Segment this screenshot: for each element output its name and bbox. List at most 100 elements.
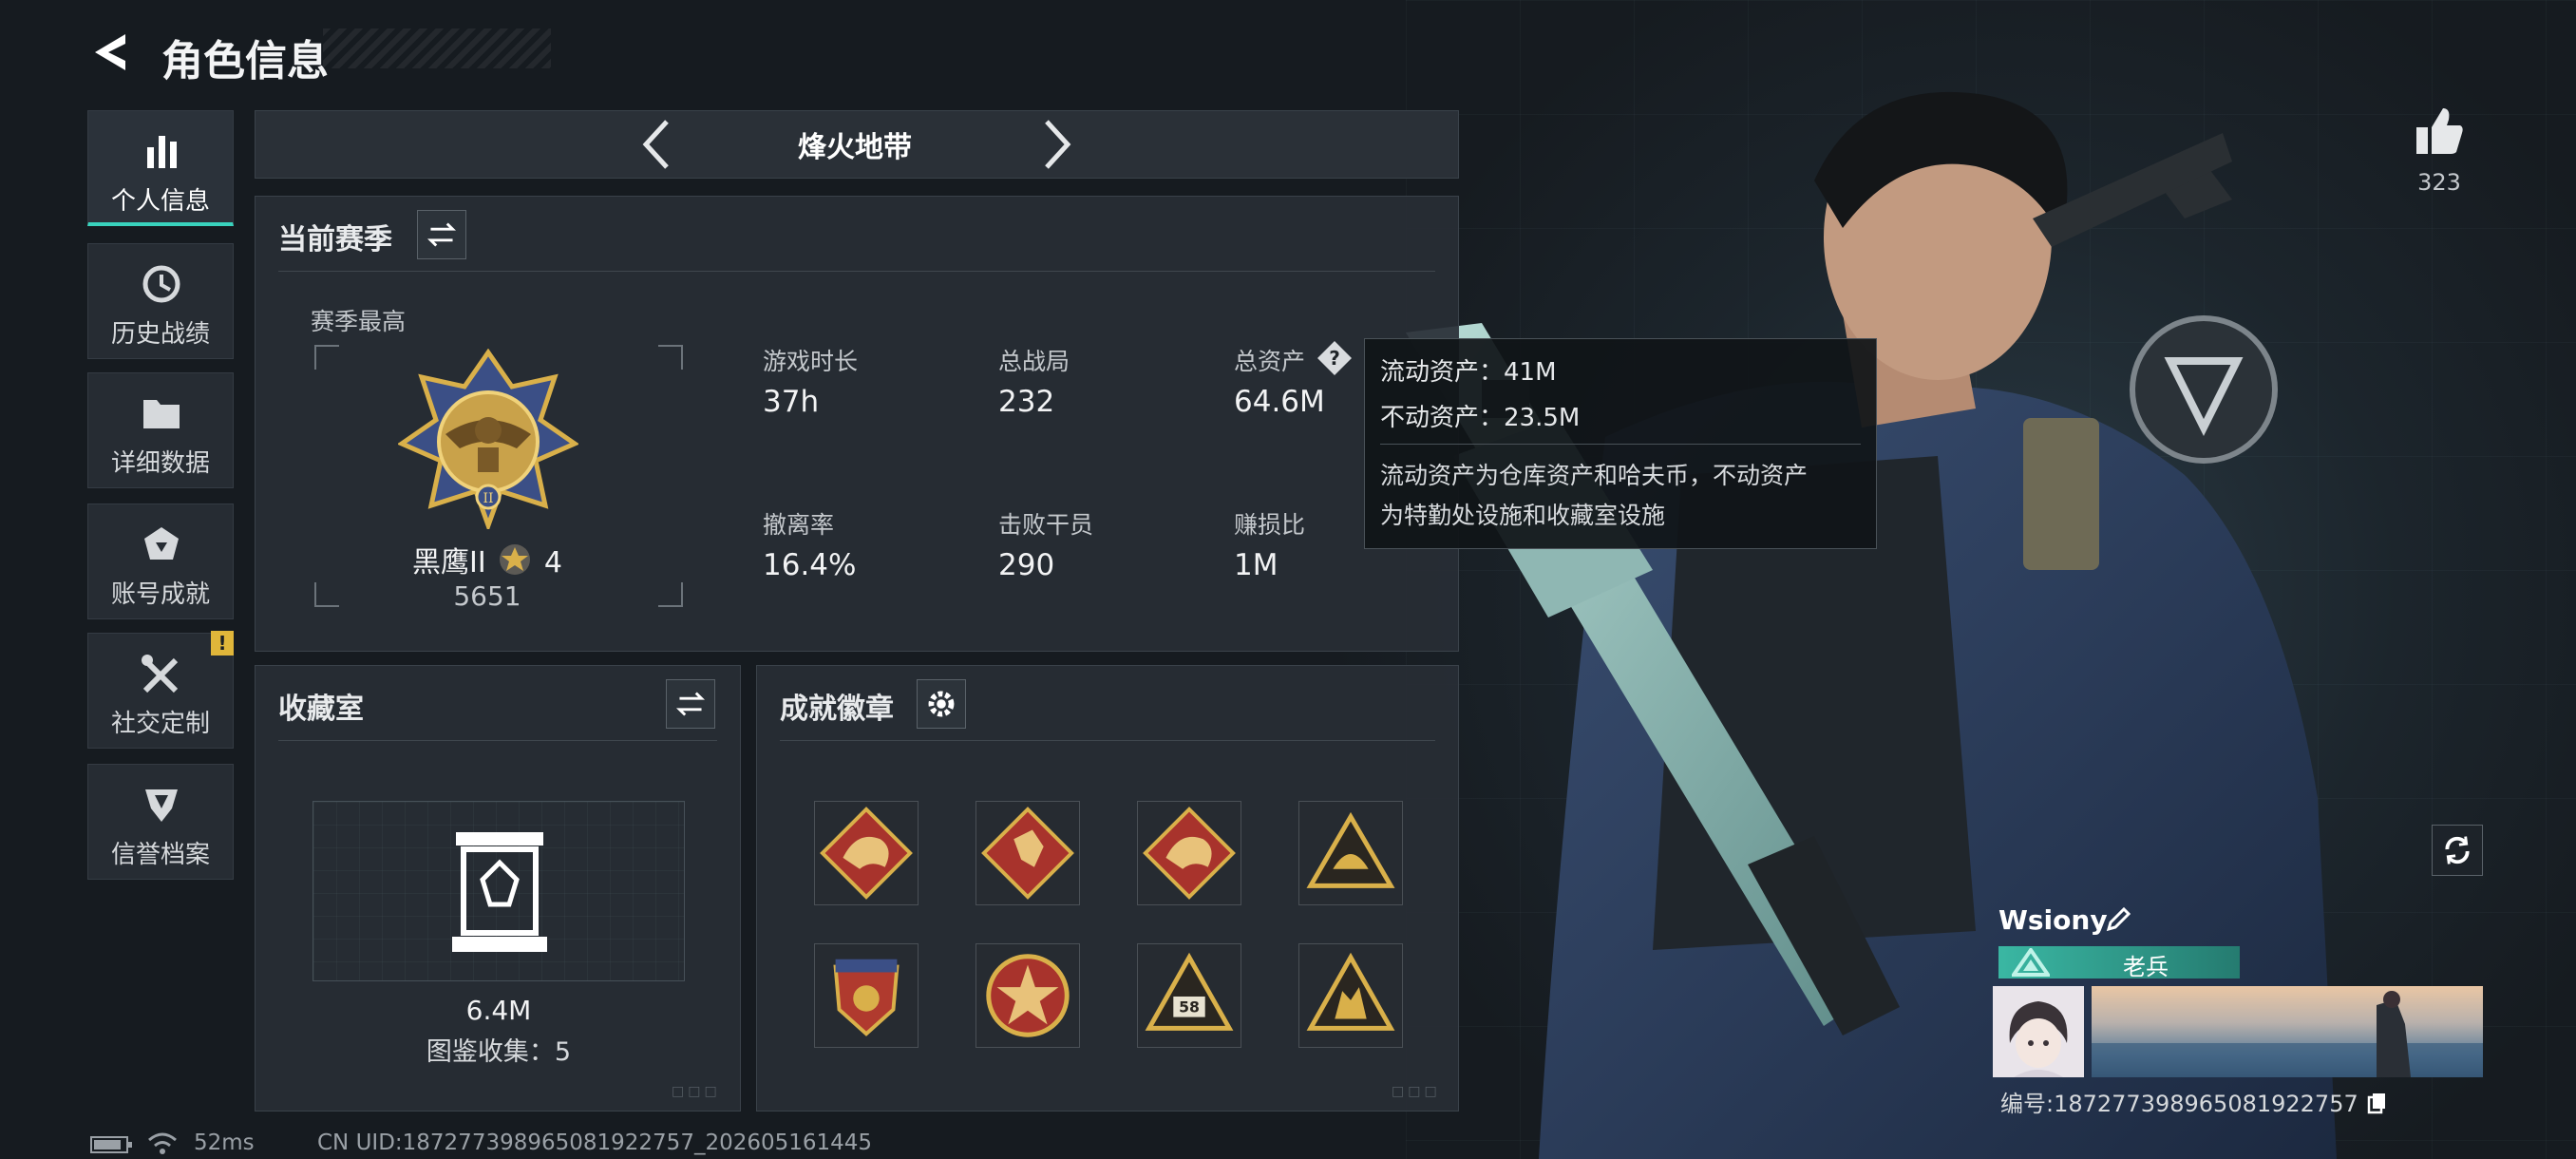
frame-corner bbox=[658, 345, 683, 370]
player-id: 编号:18727739896508192​2757 bbox=[2000, 1085, 2388, 1118]
svg-text:?: ? bbox=[1329, 347, 1340, 370]
nav-label: 社交定制 bbox=[110, 710, 210, 738]
refresh-icon bbox=[2445, 836, 2470, 864]
rank-eagle-emblem: II bbox=[398, 349, 578, 529]
season-title: 当前赛季 bbox=[278, 223, 392, 256]
achievement-icon bbox=[144, 527, 179, 560]
player-title-bar: 老兵 bbox=[1998, 946, 2240, 980]
runner-badge-icon bbox=[981, 807, 1074, 900]
collection-display-frame[interactable] bbox=[313, 801, 685, 981]
display-case-icon bbox=[452, 832, 547, 952]
achievement-badge[interactable] bbox=[1137, 801, 1241, 905]
achievement-badge[interactable] bbox=[1298, 801, 1403, 905]
achievement-badge[interactable]: 58 bbox=[1137, 943, 1241, 1048]
svg-text:II: II bbox=[483, 491, 493, 506]
season-switch-button[interactable] bbox=[417, 210, 466, 259]
nav-personal-info[interactable]: 个人信息 bbox=[87, 110, 234, 226]
stat-value: 1M bbox=[1234, 548, 1279, 582]
banner-image bbox=[2092, 991, 2483, 1077]
number-58-badge-icon: 58 bbox=[1145, 952, 1234, 1031]
folder-icon bbox=[143, 400, 180, 428]
rank-name-text: 黑鹰II bbox=[412, 546, 486, 580]
profile-banner[interactable] bbox=[2092, 986, 2483, 1077]
tooltip-desc-line2: 为特勤处设施和收藏室设施 bbox=[1380, 502, 1666, 529]
achievement-badge[interactable] bbox=[814, 801, 919, 905]
rank-name: 黑鹰II 4 bbox=[256, 539, 719, 580]
avatar-image bbox=[2009, 1001, 2068, 1077]
chevron-left-icon[interactable] bbox=[636, 118, 678, 171]
achievements-title: 成就徽章 bbox=[780, 693, 894, 726]
avatar[interactable] bbox=[1993, 986, 2084, 1077]
nav-reputation[interactable]: 信誉档案 bbox=[87, 764, 234, 880]
star-emblem-badge-icon bbox=[986, 954, 1070, 1037]
tooltip-liquid-assets: 流动资产：41M bbox=[1380, 358, 1557, 387]
collection-value: 6.4M bbox=[465, 995, 532, 1026]
soldiers-triangle-badge-icon bbox=[1306, 952, 1395, 1031]
corner-deco: □□□ bbox=[1392, 1084, 1441, 1099]
corner-deco: □□□ bbox=[672, 1084, 721, 1099]
tooltip-fixed-assets: 不动资产：23.5M bbox=[1380, 404, 1581, 432]
asset-tooltip: 流动资产：41M 不动资产：23.5M 流动资产为仓库资产和哈夫币，不动资产 为… bbox=[1364, 338, 1877, 549]
collection-panel: 收藏室 6.4M 图鉴收集：5 □□□ bbox=[255, 665, 741, 1112]
nav-label: 信誉档案 bbox=[110, 841, 210, 869]
stat-value: 232 bbox=[998, 385, 1055, 419]
nav-account-achievements[interactable]: 账号成就 bbox=[87, 504, 234, 619]
stat-label: 撤离率 bbox=[763, 511, 835, 539]
help-icon[interactable]: ? bbox=[1316, 339, 1354, 377]
player-title: 老兵 bbox=[2123, 954, 2169, 980]
tooltip-desc-line1: 流动资产为仓库资产和哈夫币，不动资产 bbox=[1380, 462, 1809, 489]
header-decoration bbox=[323, 28, 551, 68]
collection-title: 收藏室 bbox=[278, 693, 364, 726]
tooltip-divider bbox=[1380, 444, 1861, 445]
season-panel: 当前赛季 赛季最高 II 黑鹰II 4 5651 游戏时长 37h 总战局 23… bbox=[255, 196, 1459, 652]
panel-divider bbox=[780, 740, 1435, 741]
achievement-badge[interactable] bbox=[975, 943, 1080, 1048]
reputation-icon bbox=[145, 789, 178, 822]
edit-pencil-icon[interactable] bbox=[2103, 904, 2133, 935]
achievements-panel: 成就徽章 58 □□□ bbox=[756, 665, 1459, 1112]
history-clock-icon bbox=[142, 265, 180, 303]
achievements-settings-button[interactable] bbox=[917, 679, 966, 729]
collection-switch-button[interactable] bbox=[666, 679, 715, 729]
stat-value: 37h bbox=[763, 385, 820, 419]
gear-icon bbox=[928, 691, 955, 717]
badge-58-text: 58 bbox=[1179, 998, 1200, 1016]
season-highest-label: 赛季最高 bbox=[311, 308, 407, 335]
rank-stars: 4 bbox=[543, 546, 562, 580]
alert-badge: ! bbox=[211, 631, 234, 656]
stat-label: 赚损比 bbox=[1234, 511, 1306, 539]
mode-label: 烽火地带 bbox=[798, 131, 912, 164]
chevron-right-icon[interactable] bbox=[1035, 118, 1077, 171]
stat-value: 16.4% bbox=[763, 548, 857, 582]
shield-star-badge-icon bbox=[833, 959, 900, 1036]
panel-divider bbox=[278, 740, 717, 741]
nav-label: 个人信息 bbox=[110, 187, 210, 216]
player-id-text: 编号:18727739896508192​2757 bbox=[2000, 1091, 2358, 1117]
dragon-badge-icon bbox=[820, 807, 913, 900]
page-title: 角色信息 bbox=[161, 37, 329, 86]
stat-label: 总战局 bbox=[998, 348, 1070, 375]
copy-icon[interactable] bbox=[2365, 1092, 2388, 1114]
stat-label: 总资产 bbox=[1234, 348, 1306, 375]
achievement-badge[interactable] bbox=[814, 943, 919, 1048]
achievement-badge[interactable] bbox=[975, 801, 1080, 905]
nav-history[interactable]: 历史战绩 bbox=[87, 243, 234, 359]
helmet-triangle-badge-icon bbox=[1306, 811, 1395, 888]
ping-value: 52ms bbox=[194, 1130, 255, 1155]
nav-detail-data[interactable]: 详细数据 bbox=[87, 372, 234, 488]
back-arrow-icon[interactable] bbox=[87, 28, 135, 76]
refresh-button[interactable] bbox=[2432, 825, 2483, 876]
dragon-badge-icon bbox=[1143, 807, 1236, 900]
nav-label: 详细数据 bbox=[110, 449, 210, 478]
like-count: 323 bbox=[2417, 169, 2461, 196]
battery-icon bbox=[90, 1136, 132, 1153]
stat-value: 290 bbox=[998, 548, 1055, 582]
frame-corner bbox=[314, 345, 339, 370]
stat-label: 游戏时长 bbox=[763, 348, 859, 375]
nav-label: 账号成就 bbox=[110, 580, 210, 609]
stat-value: 64.6M bbox=[1234, 385, 1325, 419]
player-name: Wsiony bbox=[1998, 904, 2108, 936]
thumbs-up-icon[interactable] bbox=[2413, 104, 2466, 158]
panel-divider bbox=[278, 271, 1435, 272]
achievement-badge[interactable] bbox=[1298, 943, 1403, 1048]
